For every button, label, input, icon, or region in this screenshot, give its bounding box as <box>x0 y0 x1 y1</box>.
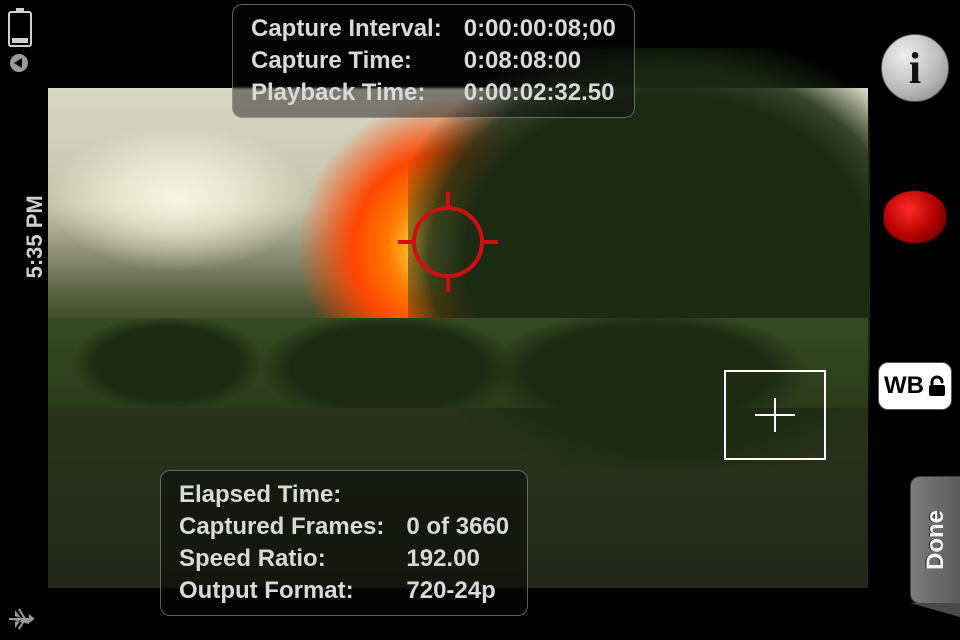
captured-frames-label: Captured Frames: <box>179 513 384 541</box>
captured-frames-value: 0 of 3660 <box>406 513 509 541</box>
playback-time-label: Playback Time: <box>251 79 442 107</box>
record-button[interactable] <box>883 190 947 244</box>
timing-panel: Capture Interval: 0:00:00:08;00 Capture … <box>232 4 635 118</box>
speed-ratio-label: Speed Ratio: <box>179 545 384 573</box>
right-toolbar: i WB Done <box>870 0 960 640</box>
speed-ratio-value: 192.00 <box>406 545 509 573</box>
status-clock: 5:35 PM <box>22 195 48 278</box>
exposure-reticle[interactable] <box>398 192 498 292</box>
done-button[interactable]: Done <box>910 476 960 604</box>
playback-time-value: 0:00:02:32.50 <box>464 79 616 107</box>
white-balance-label: WB <box>884 374 924 398</box>
output-format-value: 720-24p <box>406 577 509 605</box>
battery-icon <box>6 8 34 48</box>
capture-time-value: 0:08:08:00 <box>464 47 616 75</box>
capture-time-label: Capture Time: <box>251 47 442 75</box>
elapsed-time-label: Elapsed Time: <box>179 481 384 509</box>
unlock-icon <box>928 375 946 397</box>
location-icon <box>10 54 28 72</box>
output-format-label: Output Format: <box>179 577 384 605</box>
progress-panel: Elapsed Time: Captured Frames: 0 of 3660… <box>160 470 528 616</box>
info-icon: i <box>909 43 921 94</box>
capture-interval-value: 0:00:00:08;00 <box>464 15 616 43</box>
airplane-mode-icon <box>7 604 37 634</box>
done-label: Done <box>924 510 948 570</box>
focus-box[interactable] <box>724 370 826 460</box>
white-balance-button[interactable]: WB <box>878 362 952 410</box>
capture-interval-label: Capture Interval: <box>251 15 442 43</box>
info-button[interactable]: i <box>881 34 949 102</box>
elapsed-time-value <box>406 481 509 509</box>
